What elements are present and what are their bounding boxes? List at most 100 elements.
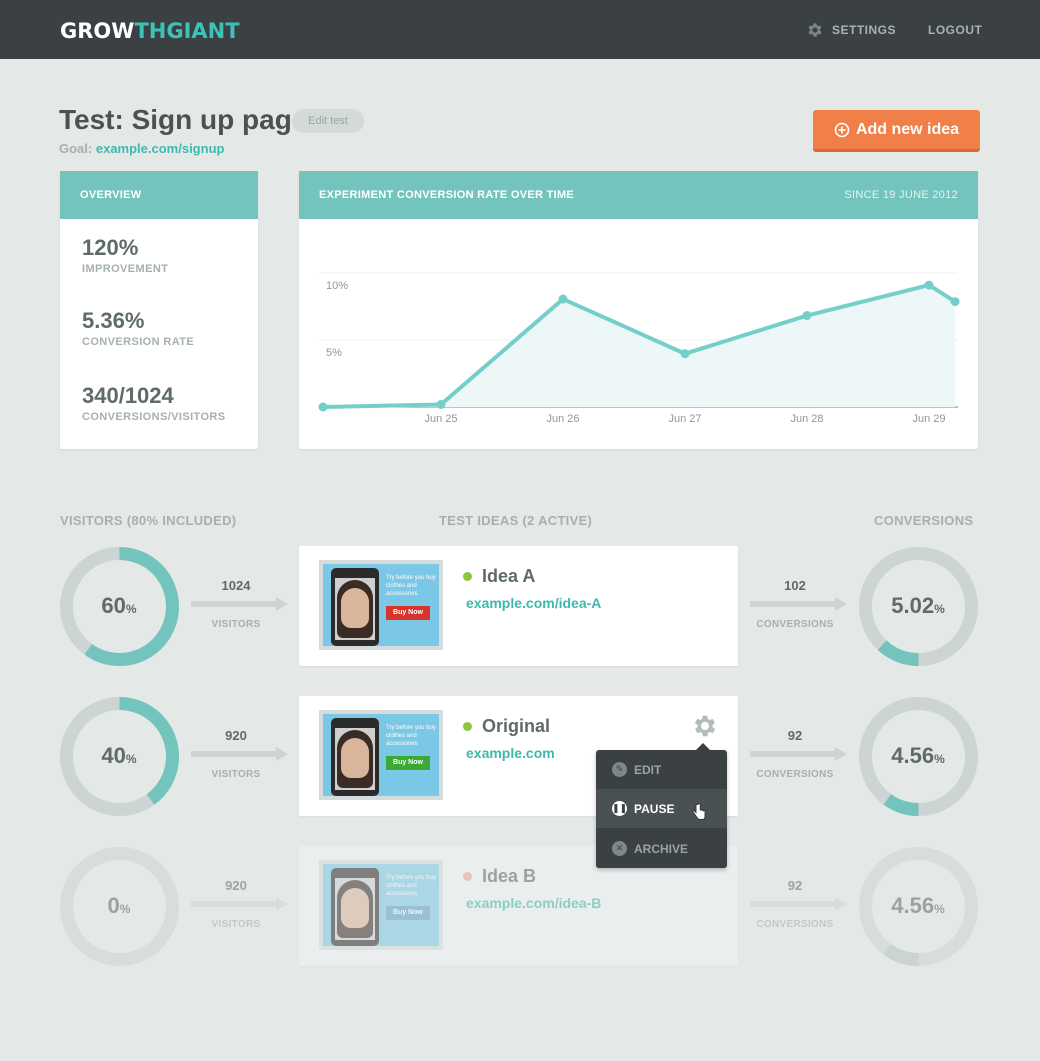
visitors-percent-value: 60 bbox=[101, 593, 126, 618]
percent-sign: % bbox=[934, 902, 945, 916]
close-icon: ✕ bbox=[612, 841, 627, 856]
dropdown-pause-item[interactable]: ❚❚ PAUSE bbox=[596, 789, 727, 828]
idea-thumbnail: Try before you buy clothes and accessori… bbox=[319, 710, 443, 800]
ad-preview: Try before you buy clothes and accessori… bbox=[323, 864, 439, 946]
ad-preview: Try before you buy clothes and accessori… bbox=[323, 564, 439, 646]
phone-image bbox=[331, 868, 379, 946]
edit-test-button[interactable]: Edit test bbox=[292, 109, 364, 133]
test-ideas-section-label: TEST IDEAS (2 ACTIVE) bbox=[439, 513, 593, 528]
stat-label: IMPROVEMENT bbox=[82, 263, 169, 275]
percent-sign: % bbox=[125, 752, 137, 766]
right-arrow-icon bbox=[191, 897, 288, 911]
ad-buy-button: Buy Now bbox=[386, 756, 430, 770]
overview-header: OVERVIEW bbox=[60, 171, 258, 219]
visitors-label: VISITORS bbox=[211, 619, 261, 630]
dropdown-archive-item[interactable]: ✕ ARCHIVE bbox=[596, 829, 727, 868]
logo-text-part2: THGIANT bbox=[134, 19, 240, 43]
chart-since-date: SINCE 19 JUNE 2012 bbox=[844, 189, 958, 201]
percent-sign: % bbox=[934, 602, 945, 616]
conversion-percent-value: 4.56 bbox=[891, 893, 935, 918]
x-tick-label: Jun 28 bbox=[790, 413, 823, 425]
dropdown-item-label: EDIT bbox=[634, 762, 662, 777]
gear-icon bbox=[808, 23, 822, 37]
right-arrow-icon bbox=[750, 897, 847, 911]
ad-text: Try before you buy clothes and accessori… bbox=[386, 725, 436, 747]
phone-image bbox=[331, 568, 379, 646]
idea-thumbnail: Try before you buy clothes and accessori… bbox=[319, 560, 443, 650]
visitors-label: VISITORS bbox=[211, 919, 261, 930]
status-dot bbox=[463, 722, 472, 731]
pause-icon: ❚❚ bbox=[612, 801, 627, 816]
conversions-label: CONVERSIONS bbox=[756, 769, 834, 780]
conversions-section-label: CONVERSIONS bbox=[874, 513, 974, 528]
dropdown-item-label: PAUSE bbox=[634, 801, 675, 816]
conversion-percent: 4.56% bbox=[858, 743, 978, 769]
stat-label: CONVERSIONS/VISITORS bbox=[82, 411, 226, 423]
overview-title: OVERVIEW bbox=[80, 189, 142, 201]
conversions-label: CONVERSIONS bbox=[756, 619, 834, 630]
visitors-percent-value: 40 bbox=[101, 743, 126, 768]
data-point bbox=[802, 311, 812, 321]
idea-url-link[interactable]: example.com/idea-B bbox=[466, 895, 601, 911]
x-tick-label: Jun 26 bbox=[546, 413, 579, 425]
x-tick-label: Jun 29 bbox=[912, 413, 945, 425]
hand-cursor-icon bbox=[692, 803, 706, 820]
conversions-count: 92 bbox=[787, 728, 803, 743]
stat-conversions-visitors: 340/1024 CONVERSIONS/VISITORS bbox=[82, 383, 226, 423]
settings-link[interactable]: SETTINGS bbox=[806, 20, 896, 40]
visitors-section-label: VISITORS (80% INCLUDED) bbox=[60, 513, 237, 528]
idea-card[interactable]: Try before you buy clothes and accessori… bbox=[299, 546, 738, 666]
settings-label: SETTINGS bbox=[832, 23, 897, 37]
logo-text-part1: GROW bbox=[60, 19, 135, 43]
ad-text: Try before you buy clothes and accessori… bbox=[386, 575, 436, 597]
y-tick-label: 10% bbox=[326, 280, 348, 292]
logout-link[interactable]: LOGOUT bbox=[928, 23, 982, 37]
right-arrow-icon bbox=[191, 747, 288, 761]
conversions-count: 102 bbox=[784, 578, 806, 593]
visitors-percent: 60% bbox=[59, 593, 179, 619]
growthgiant-logo[interactable]: GROWTHGIANT bbox=[60, 19, 240, 43]
conversion-percent-value: 5.02 bbox=[891, 593, 935, 618]
conversion-rate-chart: 10% 5% Jun 25 Jun 26 Jun 27 Jun 28 Jun 29 bbox=[318, 272, 960, 425]
visitors-percent: 0% bbox=[59, 893, 179, 919]
right-arrow-icon bbox=[750, 597, 847, 611]
top-navigation-bar: GROWTHGIANT SETTINGS LOGOUT bbox=[0, 0, 1040, 59]
visitors-percent-value: 0 bbox=[107, 893, 120, 918]
status-dot bbox=[463, 572, 472, 581]
data-point bbox=[436, 399, 446, 409]
stat-label: CONVERSION RATE bbox=[82, 336, 195, 348]
percent-sign: % bbox=[934, 752, 945, 766]
stat-value: 340/1024 bbox=[82, 383, 174, 408]
data-point bbox=[950, 297, 960, 307]
conversions-label: CONVERSIONS bbox=[756, 919, 834, 930]
right-arrow-icon bbox=[750, 747, 847, 761]
chart-title: EXPERIMENT CONVERSION RATE OVER TIME bbox=[319, 189, 575, 201]
status-dot bbox=[463, 872, 472, 881]
data-point bbox=[924, 280, 934, 290]
add-new-idea-button[interactable]: Add new idea bbox=[813, 110, 980, 152]
gear-icon[interactable] bbox=[691, 712, 719, 740]
idea-url-link[interactable]: example.com bbox=[466, 745, 555, 761]
y-tick-label: 5% bbox=[326, 347, 342, 359]
stat-conversion-rate: 5.36% CONVERSION RATE bbox=[82, 308, 194, 348]
goal-url-link[interactable]: example.com/signup bbox=[96, 141, 225, 156]
overview-card: OVERVIEW 120% IMPROVEMENT 5.36% CONVERSI… bbox=[60, 171, 258, 449]
visitors-count: 920 bbox=[225, 728, 247, 743]
dropdown-edit-item[interactable]: ✎ EDIT bbox=[596, 750, 727, 789]
ad-preview: Try before you buy clothes and accessori… bbox=[323, 714, 439, 796]
conversion-percent: 5.02% bbox=[858, 593, 978, 619]
stat-value: 120% bbox=[82, 235, 139, 260]
visitors-percent: 40% bbox=[59, 743, 179, 769]
goal-label: Goal: bbox=[59, 141, 93, 156]
idea-name: Idea A bbox=[482, 566, 536, 586]
idea-url-link[interactable]: example.com/idea-A bbox=[466, 595, 601, 611]
conversion-chart-card: EXPERIMENT CONVERSION RATE OVER TIME SIN… bbox=[299, 171, 978, 449]
visitors-count: 1024 bbox=[221, 578, 251, 593]
goal-line: Goal: example.com/signup bbox=[59, 141, 224, 156]
x-tick-label: Jun 25 bbox=[424, 413, 457, 425]
pencil-icon: ✎ bbox=[612, 762, 627, 777]
phone-image bbox=[331, 718, 379, 796]
conversions-count: 92 bbox=[787, 878, 803, 893]
right-arrow-icon bbox=[191, 597, 288, 611]
chart-header: EXPERIMENT CONVERSION RATE OVER TIME SIN… bbox=[299, 171, 978, 219]
